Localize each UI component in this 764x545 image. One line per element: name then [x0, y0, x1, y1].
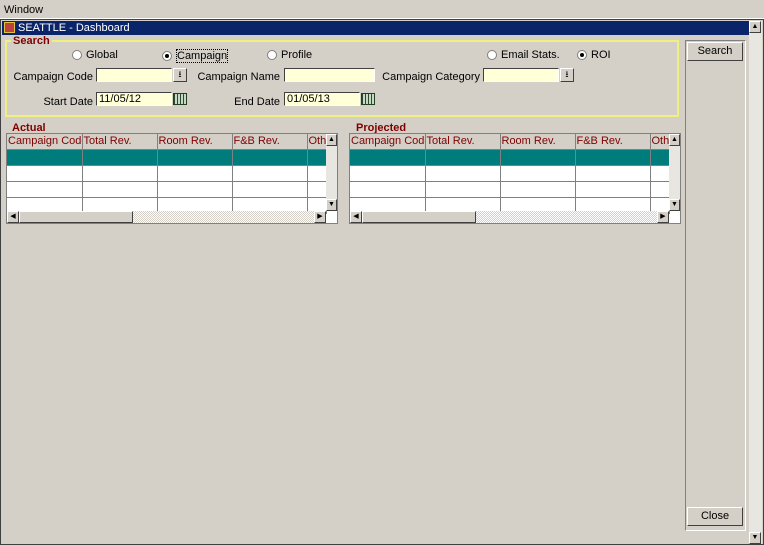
column-header[interactable]: Room Rev. [500, 134, 576, 150]
campaign-category-dropdown-icon[interactable]: ⭳ [560, 68, 574, 82]
radio-label: Global [86, 49, 118, 61]
column-header[interactable]: Campaign Code [350, 134, 426, 150]
table-row[interactable] [7, 149, 327, 166]
scroll-up-icon[interactable]: ▲ [326, 134, 337, 146]
app-icon [4, 22, 15, 33]
table-row[interactable] [350, 165, 670, 182]
column-header[interactable]: F&B Rev. [232, 134, 308, 150]
radio-icon [72, 50, 82, 60]
actual-grid: Campaign Code Total Rev. Room Rev. F&B Rev.… [6, 133, 338, 224]
button-panel [685, 40, 746, 531]
projected-hscroll[interactable]: ◀ ▶ [350, 211, 669, 223]
radio-label: Campaign [176, 49, 229, 63]
scroll-up-icon[interactable]: ▲ [669, 134, 680, 146]
radio-icon [162, 51, 172, 61]
scroll-thumb[interactable] [362, 211, 476, 223]
calendar-icon[interactable] [361, 93, 375, 105]
radio-label: Email Stats. [501, 49, 560, 61]
scroll-down-icon[interactable]: ▼ [749, 532, 761, 544]
table-row[interactable] [350, 149, 670, 166]
radio-icon [267, 50, 277, 60]
column-header[interactable]: Oth. [307, 134, 327, 150]
start-date-input[interactable]: 11/05/12 [96, 92, 172, 106]
radio-global[interactable]: Global [72, 49, 118, 61]
campaign-name-label: Campaign Name [197, 71, 280, 83]
campaign-code-dropdown-icon[interactable]: ⭳ [173, 68, 187, 82]
start-date-label: Start Date [43, 96, 93, 108]
scroll-left-icon[interactable]: ◀ [350, 211, 362, 223]
scroll-down-icon[interactable]: ▼ [326, 199, 337, 211]
campaign-code-label: Campaign Code [13, 71, 94, 83]
menu-bar: Window [0, 0, 764, 19]
projected-grid: Campaign Code Total Rev. Room Rev. F&B Rev.… [349, 133, 681, 224]
scroll-right-icon[interactable]: ▶ [314, 211, 326, 223]
search-button[interactable]: Search [687, 42, 743, 61]
table-row[interactable] [7, 181, 327, 198]
menu-window[interactable]: Window [4, 4, 43, 16]
scroll-up-icon[interactable]: ▲ [749, 21, 761, 33]
window-title: SEATTLE - Dashboard [2, 21, 749, 35]
radio-label: ROI [591, 49, 611, 61]
actual-vscroll[interactable]: ▲ ▼ [326, 134, 337, 211]
campaign-category-label: Campaign Category [382, 71, 480, 83]
column-header[interactable]: Total Rev. [425, 134, 501, 150]
calendar-icon[interactable] [173, 93, 187, 105]
actual-hscroll[interactable]: ◀ ▶ [7, 211, 326, 223]
radio-email-stats[interactable]: Email Stats. [487, 49, 560, 61]
campaign-name-input[interactable] [284, 68, 375, 82]
search-legend: Search [11, 35, 52, 47]
end-date-input[interactable]: 01/05/13 [284, 92, 360, 106]
column-header[interactable]: Campaign Code [7, 134, 83, 150]
radio-label: Profile [281, 49, 313, 61]
radio-profile[interactable]: Profile [267, 49, 312, 61]
scroll-left-icon[interactable]: ◀ [7, 211, 19, 223]
radio-roi[interactable]: ROI [577, 49, 611, 61]
radio-icon [487, 50, 497, 60]
column-header[interactable]: F&B Rev. [575, 134, 651, 150]
radio-campaign[interactable]: Campaign [162, 49, 229, 63]
table-row[interactable] [7, 165, 327, 182]
window-scrollbar[interactable]: ▲ ▼ [749, 21, 762, 544]
end-date-label: End Date [234, 96, 280, 108]
close-button[interactable]: Close [687, 507, 743, 526]
campaign-category-input[interactable] [483, 68, 559, 82]
table-row[interactable] [350, 181, 670, 198]
scroll-right-icon[interactable]: ▶ [657, 211, 669, 223]
column-header[interactable]: Room Rev. [157, 134, 233, 150]
column-header[interactable]: Oth. [650, 134, 670, 150]
column-header[interactable]: Total Rev. [82, 134, 158, 150]
projected-vscroll[interactable]: ▲ ▼ [669, 134, 680, 211]
radio-icon [577, 50, 587, 60]
scroll-down-icon[interactable]: ▼ [669, 199, 680, 211]
campaign-code-input[interactable] [96, 68, 172, 82]
scroll-thumb[interactable] [19, 211, 133, 223]
